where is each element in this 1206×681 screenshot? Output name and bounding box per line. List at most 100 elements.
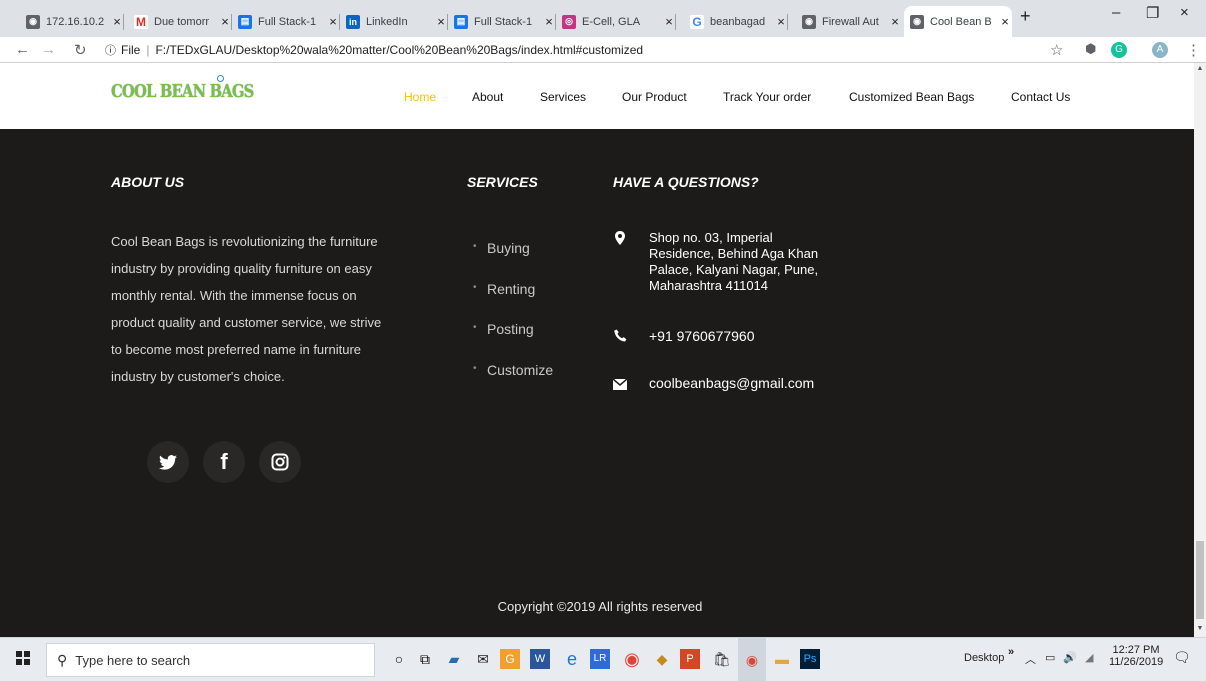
- close-window-icon[interactable]: ×: [1180, 4, 1189, 21]
- info-icon[interactable]: ⓘ: [105, 42, 116, 58]
- browser-tab[interactable]: ◉ 172.16.10.2 ×: [20, 6, 124, 37]
- phone-link[interactable]: +91 9760677960: [649, 328, 839, 344]
- browser-tab[interactable]: ▤ Full Stack-1 ×: [232, 6, 340, 37]
- instagram-icon[interactable]: [259, 441, 301, 483]
- close-tab-icon[interactable]: ×: [774, 14, 788, 29]
- close-tab-icon[interactable]: ×: [218, 14, 232, 29]
- cortana-icon[interactable]: ○: [387, 648, 411, 670]
- app-icon[interactable]: ◆: [650, 648, 674, 670]
- service-link[interactable]: Renting: [473, 281, 535, 297]
- extension-icon[interactable]: ⬢: [1085, 41, 1096, 57]
- screen: { "browser": { "tabs": [ {"label": "172.…: [0, 0, 1206, 681]
- facebook-icon[interactable]: f: [203, 441, 245, 483]
- url-text: F:/TEDxGLAU/Desktop%20wala%20matter/Cool…: [155, 43, 644, 57]
- app-icon[interactable]: LR: [590, 649, 610, 669]
- close-tab-icon[interactable]: ×: [888, 14, 902, 29]
- restore-icon[interactable]: ❐: [1146, 4, 1159, 22]
- back-icon[interactable]: ←: [15, 41, 30, 58]
- profile-avatar[interactable]: A: [1152, 42, 1168, 58]
- globe-icon: ◉: [910, 14, 924, 29]
- close-tab-icon[interactable]: ×: [998, 14, 1012, 29]
- twitter-icon[interactable]: [147, 441, 189, 483]
- taskbar-search-box[interactable]: ⚲ Type here to search: [46, 643, 375, 677]
- taskbar-search-placeholder: Type here to search: [75, 652, 191, 668]
- email-link[interactable]: coolbeanbags@gmail.com: [649, 375, 839, 391]
- browser-tab[interactable]: in LinkedIn ×: [340, 6, 448, 37]
- email-icon: [612, 378, 628, 392]
- service-link[interactable]: Customize: [473, 362, 553, 378]
- search-icon: ⚲: [57, 651, 68, 668]
- about-text: Cool Bean Bags is revolutionizing the fu…: [111, 234, 382, 384]
- close-tab-icon[interactable]: ×: [326, 14, 340, 29]
- browser-tab[interactable]: ▤ Full Stack-1 ×: [448, 6, 556, 37]
- globe-icon: ◉: [26, 14, 40, 29]
- edge-icon[interactable]: e: [560, 648, 584, 670]
- nav-our-product[interactable]: Our Product: [622, 90, 687, 104]
- desktop-toolbar-label[interactable]: Desktop: [964, 652, 1004, 664]
- bookmark-star-icon[interactable]: ☆: [1050, 41, 1063, 59]
- nav-about[interactable]: About: [472, 90, 503, 104]
- google-icon: G: [690, 14, 704, 29]
- volume-icon[interactable]: 🔊: [1063, 651, 1077, 664]
- site-logo[interactable]: COOL BEAN BAGS: [111, 81, 254, 102]
- browser-tab[interactable]: ◉ Firewall Aut ×: [796, 6, 902, 37]
- close-tab-icon[interactable]: ×: [110, 14, 124, 29]
- network-icon[interactable]: ◢: [1085, 651, 1093, 664]
- menu-icon[interactable]: ⋮: [1186, 41, 1201, 59]
- powerpoint-icon[interactable]: P: [680, 649, 700, 669]
- service-link[interactable]: Posting: [473, 321, 534, 337]
- nav-customized[interactable]: Customized Bean Bags: [849, 90, 974, 104]
- chrome-active-icon[interactable]: ◉: [738, 638, 766, 681]
- browser-tab-active[interactable]: ◉ Cool Bean B ×: [904, 6, 1012, 37]
- nav-track-order[interactable]: Track Your order: [723, 90, 811, 104]
- close-tab-icon[interactable]: ×: [662, 14, 676, 29]
- new-tab-button[interactable]: +: [1020, 6, 1031, 27]
- copyright-text: Copyright ©2019 All rights reserved: [497, 599, 703, 614]
- page-scrollbar[interactable]: ▲ ▼: [1194, 63, 1206, 637]
- scroll-down-icon[interactable]: ▼: [1194, 625, 1206, 632]
- minimize-icon[interactable]: –: [1112, 4, 1120, 21]
- mail-icon[interactable]: ✉: [471, 648, 495, 670]
- service-link[interactable]: Buying: [473, 240, 530, 256]
- close-tab-icon[interactable]: ×: [434, 14, 448, 29]
- scrollbar-thumb[interactable]: [1196, 541, 1204, 619]
- forward-icon[interactable]: →: [41, 41, 56, 58]
- url-field[interactable]: ⓘ File | F:/TEDxGLAU/Desktop%20wala%20ma…: [105, 39, 1065, 61]
- battery-icon[interactable]: ▭: [1045, 651, 1055, 664]
- folder-icon[interactable]: ▬: [770, 648, 794, 670]
- nav-home[interactable]: Home: [404, 90, 436, 104]
- chrome-icon[interactable]: ◉: [620, 648, 644, 670]
- scroll-up-icon[interactable]: ▲: [1194, 65, 1206, 72]
- browser-tab-strip: ◉ 172.16.10.2 × M Due tomorr × ▤ Full Stack-1…: [0, 0, 1206, 37]
- globe-icon: ◉: [802, 14, 816, 29]
- toolbar-expand-icon[interactable]: »: [1008, 646, 1014, 658]
- site-footer: ABOUT US Cool Bean Bags is revolutionizi…: [0, 129, 1194, 637]
- services-heading: SERVICES: [467, 174, 538, 190]
- nav-contact[interactable]: Contact Us: [1011, 90, 1070, 104]
- map-pin-icon: [613, 231, 627, 245]
- browser-tab[interactable]: ◎ E-Cell, GLA ×: [556, 6, 676, 37]
- browser-tab[interactable]: Gbeanbagad ×: [684, 6, 788, 37]
- app-icon[interactable]: G: [500, 649, 520, 669]
- windows-taskbar: ⚲ Type here to search ○ ⧉ ▰ ✉ G W e LR ◉…: [0, 637, 1206, 681]
- doc-icon: ▤: [238, 14, 252, 29]
- task-view-icon[interactable]: ⧉: [413, 648, 437, 670]
- about-heading: ABOUT US: [111, 174, 185, 190]
- instagram-icon: ◎: [562, 14, 576, 29]
- word-icon[interactable]: W: [530, 649, 550, 669]
- tray-chevron-icon[interactable]: ︿: [1025, 651, 1036, 667]
- close-tab-icon[interactable]: ×: [542, 14, 556, 29]
- nav-services[interactable]: Services: [540, 90, 586, 104]
- clock[interactable]: 12:27 PM 11/26/2019: [1109, 644, 1163, 668]
- url-scheme: File: [121, 43, 141, 57]
- windows-start-icon[interactable]: [11, 649, 35, 671]
- file-explorer-icon[interactable]: ▰: [442, 648, 466, 670]
- browser-tab[interactable]: M Due tomorr ×: [128, 6, 232, 37]
- grammarly-icon[interactable]: G: [1111, 42, 1127, 58]
- store-icon[interactable]: 🛍: [710, 648, 734, 670]
- doc-icon: ▤: [454, 14, 468, 29]
- photoshop-icon[interactable]: Ps: [800, 649, 820, 669]
- reload-icon[interactable]: ↻: [74, 41, 87, 59]
- notifications-icon[interactable]: 🗨: [1173, 649, 1191, 666]
- phone-icon: [613, 329, 627, 343]
